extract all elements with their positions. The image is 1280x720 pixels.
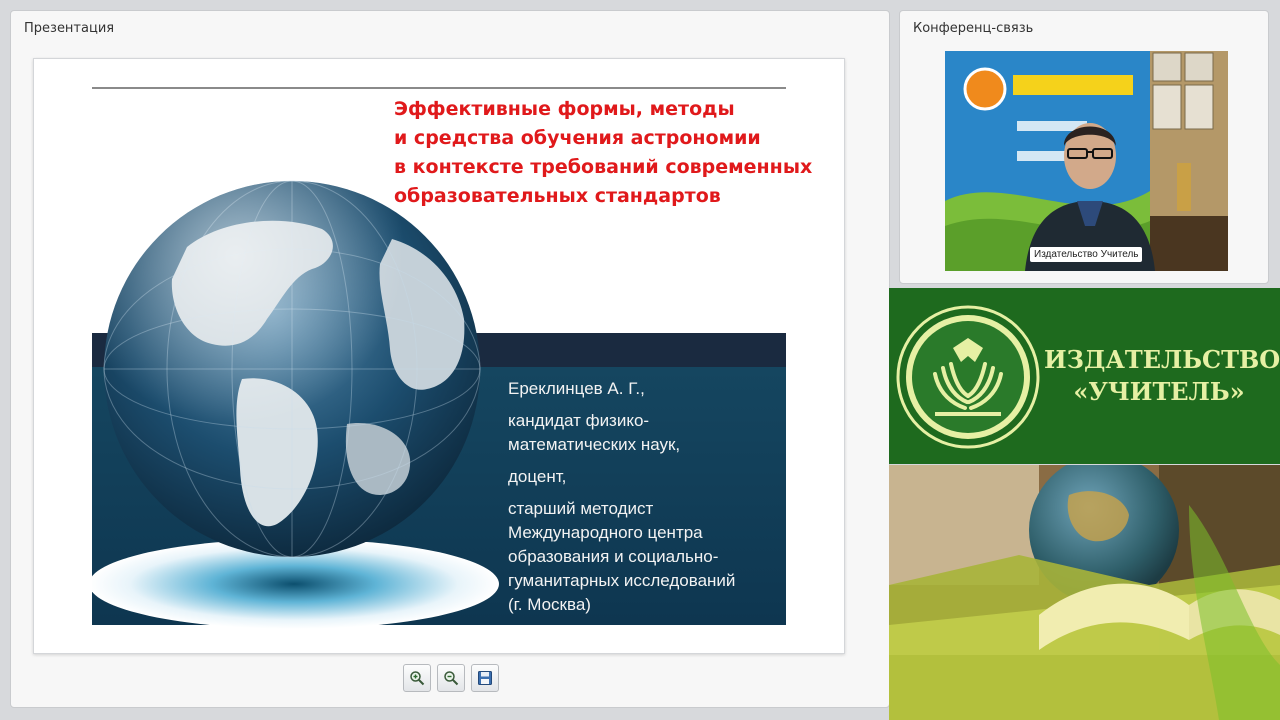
books-globe-photo [889, 465, 1280, 720]
zoom-out-icon [444, 671, 459, 686]
zoom-out-button[interactable] [437, 664, 465, 692]
slide-title-line: и средства обучения астрономии [394, 127, 761, 149]
publisher-name-line: «УЧИТЕЛЬ» [1073, 377, 1245, 406]
video-frame [945, 51, 1228, 271]
books-globe-illustration [889, 465, 1280, 720]
author-name: Ереклинцев А. Г., [508, 379, 645, 398]
author-info: Ереклинцев А. Г., кандидат физико- матем… [508, 377, 788, 617]
floppy-disk-icon [478, 671, 492, 685]
author-position: старший методист [508, 499, 654, 518]
presentation-slide: Эффективные формы, методы и средства обу… [33, 58, 845, 654]
zoom-in-button[interactable] [403, 664, 431, 692]
author-position: образования и социально- [508, 547, 719, 566]
conference-panel: Конференц-связь Издательство Учитель [899, 10, 1269, 284]
slide-title-line: Эффективные формы, методы [394, 98, 735, 120]
slide-toolbar [403, 664, 499, 694]
conference-panel-title: Конференц-связь [913, 21, 1034, 36]
save-button[interactable] [471, 664, 499, 692]
publisher-name: ИЗДАТЕЛЬСТВО «УЧИТЕЛЬ» [1044, 344, 1280, 408]
zoom-in-icon [410, 671, 425, 686]
participant-name-label: Издательство Учитель [1030, 247, 1143, 262]
publisher-logo-icon [896, 305, 1040, 449]
author-title: доцент, [508, 467, 567, 486]
author-position: Международного центра [508, 523, 703, 542]
publisher-name-line: ИЗДАТЕЛЬСТВО [1044, 345, 1280, 374]
presentation-panel-title: Презентация [24, 21, 115, 36]
author-degree: математических наук, [508, 435, 681, 454]
video-feed: Издательство Учитель [945, 51, 1228, 271]
author-degree: кандидат физико- [508, 411, 650, 430]
author-location: (г. Москва) [508, 595, 591, 614]
globe-illustration [92, 180, 499, 629]
presentation-panel: Презентация Эффективные формы, методы и … [10, 10, 890, 708]
author-position: гуманитарных исследований [508, 571, 736, 590]
publisher-logo-panel: ИЗДАТЕЛЬСТВО «УЧИТЕЛЬ» [889, 288, 1280, 464]
slide-divider [92, 87, 786, 89]
